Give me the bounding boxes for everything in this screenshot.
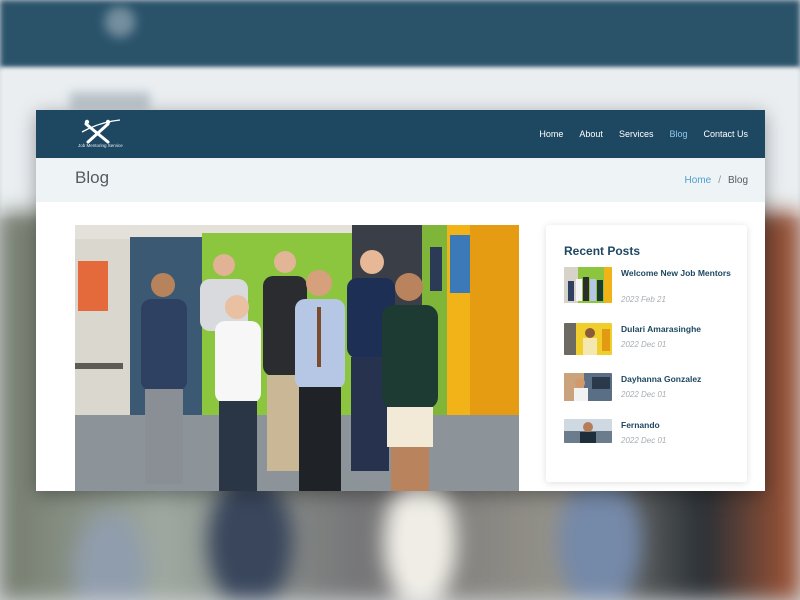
nav-menu: Home About Services Blog Contact Us	[539, 110, 748, 158]
nav-services[interactable]: Services	[619, 129, 654, 139]
recent-post-item[interactable]: Dulari Amarasinghe 2022 Dec 01	[564, 323, 739, 359]
post-thumbnail[interactable]	[564, 323, 612, 355]
post-thumbnail[interactable]	[564, 267, 612, 303]
breadcrumb-current: Blog	[727, 175, 748, 186]
breadcrumb-separator: /	[718, 175, 721, 186]
post-thumbnail[interactable]	[564, 373, 612, 401]
page-title: Blog	[75, 168, 110, 187]
post-date: 2022 Dec 01	[621, 340, 667, 349]
nav-blog[interactable]: Blog	[669, 129, 687, 139]
breadcrumb: Home / Blog	[685, 175, 748, 186]
post-title-link[interactable]: Welcome New Job Mentors	[621, 268, 736, 279]
post-date: 2022 Dec 01	[621, 436, 667, 445]
page-header-band: Blog Home / Blog	[36, 158, 765, 202]
recent-post-item[interactable]: Welcome New Job Mentors 2023 Feb 21	[564, 267, 739, 304]
recent-post-item[interactable]: Dayhanna Gonzalez 2022 Dec 01	[564, 373, 739, 409]
post-thumbnail[interactable]	[564, 419, 612, 443]
post-title-link[interactable]: Fernando	[621, 420, 736, 431]
breadcrumb-home-link[interactable]: Home	[685, 175, 712, 186]
post-date: 2022 Dec 01	[621, 390, 667, 399]
recent-posts-widget: Recent Posts Welcome New Job Mentors 202…	[546, 225, 747, 482]
post-title-link[interactable]: Dayhanna Gonzalez	[621, 374, 736, 385]
logo-text: Job Mentoring Service	[78, 143, 123, 148]
nav-about[interactable]: About	[579, 129, 603, 139]
featured-post-image[interactable]	[75, 225, 519, 491]
nav-home[interactable]: Home	[539, 129, 563, 139]
recent-post-item[interactable]: Fernando 2022 Dec 01	[564, 419, 739, 455]
post-title-link[interactable]: Dulari Amarasinghe	[621, 324, 736, 335]
post-date: 2023 Feb 21	[621, 295, 666, 304]
nav-contact-us[interactable]: Contact Us	[703, 129, 748, 139]
website-window: Job Mentoring Service Home About Service…	[36, 110, 765, 491]
top-navigation: Job Mentoring Service Home About Service…	[36, 110, 765, 158]
recent-posts-title: Recent Posts	[564, 244, 641, 258]
